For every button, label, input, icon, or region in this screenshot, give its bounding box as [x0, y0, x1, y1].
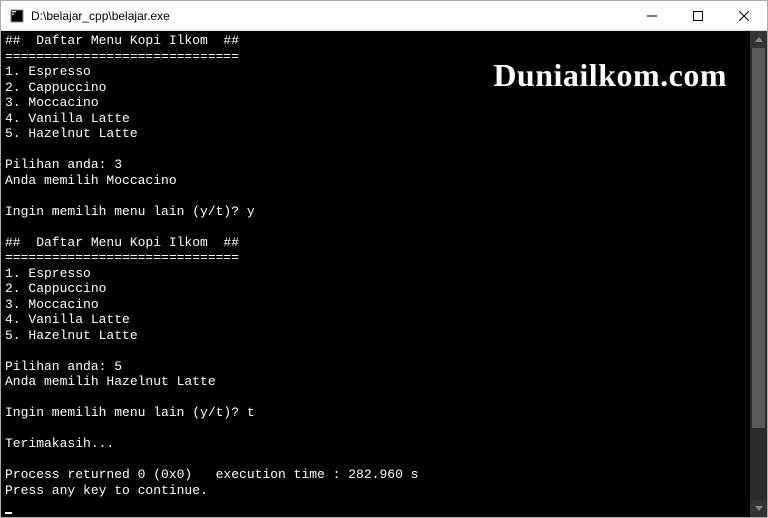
scrollbar[interactable] — [750, 31, 767, 517]
scrollbar-thumb[interactable] — [752, 48, 765, 428]
scroll-up-button[interactable] — [750, 31, 767, 48]
window-title: D:\belajar_cpp\belajar.exe — [31, 9, 629, 23]
text-cursor — [5, 512, 12, 514]
scroll-down-button[interactable] — [750, 500, 767, 517]
maximize-button[interactable] — [675, 1, 721, 30]
console-output: ## Daftar Menu Kopi Ilkom ## ===========… — [1, 31, 750, 517]
minimize-button[interactable] — [629, 1, 675, 30]
console-area[interactable]: ## Daftar Menu Kopi Ilkom ## ===========… — [1, 31, 767, 517]
close-button[interactable] — [721, 1, 767, 30]
window-controls — [629, 1, 767, 30]
console-window: D:\belajar_cpp\belajar.exe ## Daftar Men… — [0, 0, 768, 518]
app-icon — [9, 8, 25, 24]
titlebar[interactable]: D:\belajar_cpp\belajar.exe — [1, 1, 767, 31]
